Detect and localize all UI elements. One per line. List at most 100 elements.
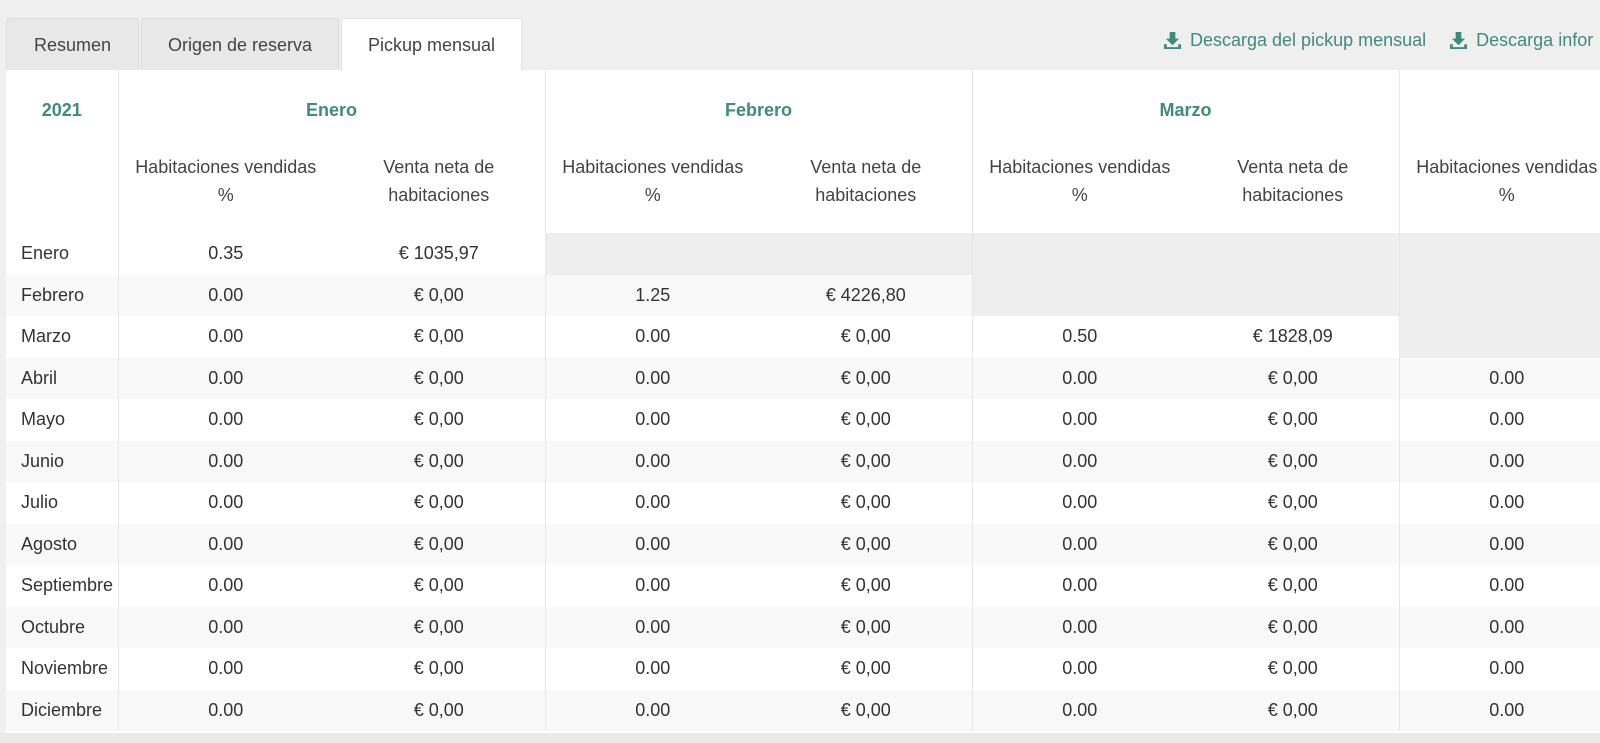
table-cell: 0.00 (117, 606, 333, 648)
table-cell: 0.00 (1398, 357, 1600, 399)
empty-cell (1398, 316, 1600, 358)
table-row: Abril 0.00 € 0,00 0.00 € 0,00 0.00 € 0,00 0.00 (6, 357, 1600, 399)
col-header-line: habitaciones (815, 185, 917, 205)
table-cell: € 0,00 (413, 326, 464, 347)
table-cell: 1.25 (544, 274, 761, 316)
table-cell: 0.00 (544, 399, 761, 441)
col-header-sold: Habitaciones vendidas % (971, 151, 1188, 233)
table-cell: 0.00 (544, 606, 761, 648)
table-cell: 0.00 (544, 565, 761, 607)
table-cell: € 0,00 (760, 357, 973, 399)
table-cell: € 0,00 (333, 606, 546, 648)
row-label: Julio (21, 492, 59, 513)
month-header-abril: A (1398, 70, 1600, 151)
table-cell: € 0,00 (840, 409, 891, 430)
row-label: Noviembre (21, 658, 109, 679)
year-header: 2021 (41, 100, 82, 120)
download-icon (1163, 31, 1182, 50)
table-cell: 0.00 (544, 689, 761, 731)
table-cell: € 0,00 (840, 658, 891, 679)
empty-cell (544, 233, 761, 275)
col-header-net: Venta neta de habitaciones (333, 151, 545, 233)
table-cell: € 0,00 (1267, 492, 1318, 513)
table-cell: € 0,00 (413, 658, 464, 679)
table-row: Octubre 0.00 € 0,00 0.00 € 0,00 0.00 € 0,00 0.0… (6, 606, 1600, 648)
table-cell: 0.00 (1398, 648, 1600, 690)
col-header-sold: Habitaciones vendidas % (544, 151, 761, 233)
table-cell: € 0,00 (760, 606, 973, 648)
download-monthly-pickup-link[interactable]: Descarga del pickup mensual (1163, 30, 1426, 51)
tab-origen-de-reserva[interactable]: Origen de reserva (141, 18, 339, 71)
table-cell: 0.00 (971, 482, 1188, 524)
table-cell: 0.00 (117, 523, 333, 565)
col-header-line: Habitaciones vendidas (989, 157, 1171, 177)
row-label: Junio (6, 440, 118, 482)
table-cell: 0.00 (117, 399, 333, 441)
table-cell: 0.00 (117, 648, 333, 690)
col-header-net: Venta neta de habitaciones (1187, 151, 1399, 233)
row-label: Abril (6, 357, 118, 399)
table-cell: € 0,00 (1267, 575, 1318, 596)
table-cell: 0.50 (971, 316, 1188, 358)
col-header-line: % (1498, 185, 1515, 205)
empty-cell (1398, 233, 1600, 275)
table-cell: € 0,00 (333, 689, 546, 731)
table-cell: 0.00 (1398, 440, 1600, 482)
row-label: Diciembre (6, 689, 118, 731)
tab-pickup-mensual[interactable]: Pickup mensual (341, 18, 522, 71)
table-cell: € 0,00 (760, 689, 973, 731)
table-row: Febrero 0.00 € 0,00 1.25 € 4226,80 (6, 274, 1600, 316)
table-cell: 0.00 (1398, 689, 1600, 731)
table-cell: 0.00 (117, 274, 333, 316)
table-cell: € 4226,80 (760, 274, 973, 316)
row-label-header (6, 151, 118, 233)
table-cell: € 0,00 (1187, 606, 1400, 648)
table-body: Enero 0.35 € 1035,97 Febrero 0.00 € 0,00 1.25 €… (6, 233, 1600, 731)
table-cell: 0.00 (971, 648, 1188, 690)
row-label: Octubre (6, 606, 118, 648)
table-cell: 0.00 (1398, 606, 1600, 648)
col-header-sold: Habitaciones vendidas % (117, 151, 333, 233)
table-cell: € 0,00 (413, 409, 464, 430)
table-cell: 0.00 (971, 399, 1188, 441)
table-cell: € 0,00 (333, 523, 546, 565)
table-cell: € 0,00 (760, 523, 973, 565)
table-cell: 0.00 (544, 316, 761, 358)
col-header-line: % (1071, 185, 1088, 205)
table-row: Mayo 0.00 € 0,00 0.00 € 0,00 0.00 € 0,00 0.00 (6, 399, 1600, 441)
tab-resumen[interactable]: Resumen (6, 18, 139, 71)
col-header-line: Habitaciones vendidas (562, 157, 744, 177)
table-cell: € 0,00 (1187, 357, 1400, 399)
table-cell: 0.00 (971, 565, 1188, 607)
table-cell: € 0,00 (413, 492, 464, 513)
empty-cell (971, 233, 1188, 275)
download-report-link[interactable]: Descarga infor (1449, 30, 1593, 51)
table-cell: € 0,00 (1187, 689, 1400, 731)
table-cell: 0.00 (1398, 523, 1600, 565)
table-cell: € 0,00 (1187, 523, 1400, 565)
empty-cell (1398, 274, 1600, 316)
col-header-line: habitaciones (388, 185, 490, 205)
table-cell: € 1035,97 (398, 243, 479, 264)
table-cell: € 0,00 (840, 326, 891, 347)
col-header-line: Habitaciones vendidas (1416, 157, 1598, 177)
empty-cell (1187, 274, 1400, 316)
row-label: Marzo (21, 326, 72, 347)
table-cell: € 0,00 (1267, 409, 1318, 430)
table-row: Agosto 0.00 € 0,00 0.00 € 0,00 0.00 € 0,00 0.00 (6, 523, 1600, 565)
table-cell: 0.00 (1398, 482, 1600, 524)
table-cell: 0.00 (544, 648, 761, 690)
row-label: Enero (21, 243, 70, 264)
month-header-febrero: Febrero (544, 70, 973, 151)
table-row: Marzo 0.00 € 0,00 0.00 € 0,00 0.50 € 1828,09 (6, 316, 1600, 358)
table-cell: € 0,00 (333, 440, 546, 482)
empty-cell (760, 233, 973, 275)
row-label: Mayo (21, 409, 66, 430)
col-header-sold: Habitaciones vendidas % (1398, 151, 1600, 233)
table-cell: € 0,00 (840, 575, 891, 596)
col-header-line: Habitaciones vendidas (135, 157, 317, 177)
table-cell: € 0,00 (1267, 658, 1318, 679)
pickup-table-container[interactable]: 2021 Enero Febrero Marzo A Habitaciones … (6, 70, 1600, 733)
col-header-line: habitaciones (1242, 185, 1344, 205)
col-header-net: Venta neta de habitaciones (760, 151, 972, 233)
